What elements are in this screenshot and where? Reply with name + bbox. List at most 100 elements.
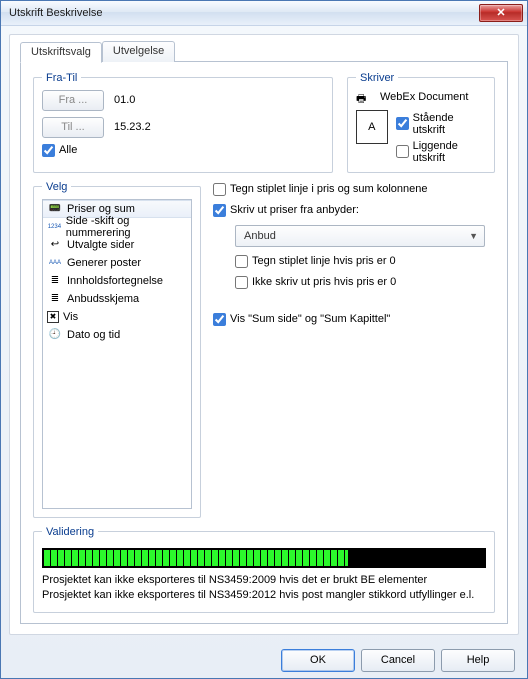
list-item[interactable]: 🕘 Dato og tid xyxy=(43,326,191,344)
progress-segment xyxy=(177,550,183,566)
progress-segment xyxy=(142,550,148,566)
list-item[interactable]: ≣ Anbudsskjema xyxy=(43,290,191,308)
anbyder-select[interactable]: Anbud ▼ xyxy=(235,225,485,247)
progress-segment xyxy=(303,550,309,566)
ikke-skriv-pris0-row[interactable]: Ikke skriv ut pris hvis pris er 0 xyxy=(235,276,497,289)
ikke-skriv-pris0-label: Ikke skriv ut pris hvis pris er 0 xyxy=(252,276,396,288)
til-button[interactable]: Til ... xyxy=(42,117,104,138)
spacer xyxy=(213,297,497,305)
skriver-group: Skriver 🖶 WebEx Document A Stående utskr… xyxy=(347,72,495,173)
ikke-skriv-pris0-checkbox[interactable] xyxy=(235,276,248,289)
list-item-label: Priser og sum xyxy=(67,203,135,215)
lines-icon: ≣ xyxy=(47,291,63,307)
button-label: Cancel xyxy=(381,654,415,666)
tab-label: Utskriftsvalg xyxy=(31,46,91,58)
progress-segment xyxy=(233,550,239,566)
stiplet-kolonner-checkbox[interactable] xyxy=(213,183,226,196)
validering-msg-2: Prosjektet kan ikke eksporteres til NS34… xyxy=(42,589,486,601)
orientation-preview-icon: A xyxy=(356,110,388,144)
titlebar: Utskrift Beskrivelse ✕ xyxy=(1,1,527,26)
skriver-legend: Skriver xyxy=(356,72,398,84)
progress-segment xyxy=(44,550,50,566)
list-item[interactable]: AAA Generer poster xyxy=(43,254,191,272)
velg-legend: Velg xyxy=(42,181,71,193)
window-title: Utskrift Beskrivelse xyxy=(9,7,103,19)
progress-segment xyxy=(240,550,246,566)
progress-segment xyxy=(79,550,85,566)
progress-segment xyxy=(128,550,134,566)
content-area: Utskriftsvalg Utvelgelse Fra-Til Fra ...… xyxy=(9,34,519,635)
skriv-priser-anbyder-label: Skriv ut priser fra anbyder: xyxy=(230,204,359,216)
landscape-checkbox[interactable] xyxy=(396,145,409,158)
progress-segment xyxy=(205,550,211,566)
close-button[interactable]: ✕ xyxy=(479,4,523,22)
til-value: 15.23.2 xyxy=(114,121,151,133)
progress-segment xyxy=(226,550,232,566)
ok-button[interactable]: OK xyxy=(281,649,355,672)
portrait-checkbox[interactable] xyxy=(396,117,409,130)
progress-segment xyxy=(149,550,155,566)
portrait-checkbox-row[interactable]: Stående utskrift xyxy=(396,112,486,136)
dialog-window: Utskrift Beskrivelse ✕ Utskriftsvalg Utv… xyxy=(0,0,528,679)
mid-row: Velg 📟 Priser og sum 1234Side -skift og nu… xyxy=(31,181,497,518)
stiplet-kolonner-label: Tegn stiplet linje i pris og sum kolonne… xyxy=(230,183,428,195)
progress-segment xyxy=(191,550,197,566)
progress-segment xyxy=(310,550,316,566)
velg-listbox[interactable]: 📟 Priser og sum 1234Side -skift og nummere… xyxy=(42,199,192,509)
list-item[interactable]: ✖Vis xyxy=(43,308,191,326)
portrait-label: Stående utskrift xyxy=(413,112,486,136)
progress-segment xyxy=(156,550,162,566)
progress-segment xyxy=(65,550,71,566)
options-area: Tegn stiplet linje i pris og sum kolonne… xyxy=(213,181,497,518)
fra-button[interactable]: Fra ... xyxy=(42,90,104,111)
alle-checkbox-row[interactable]: Alle xyxy=(42,144,324,157)
skriv-priser-anbyder-checkbox[interactable] xyxy=(213,204,226,217)
clock-icon: 🕘 xyxy=(47,327,63,343)
aaa-icon: AAA xyxy=(47,255,63,271)
progress-segment xyxy=(212,550,218,566)
list-item-label: Side -skift og nummerering xyxy=(66,215,187,239)
progress-segment xyxy=(58,550,64,566)
alle-label: Alle xyxy=(59,144,77,156)
list-item-label: Dato og tid xyxy=(67,329,120,341)
vis-sumside-row[interactable]: Vis "Sum side" og "Sum Kapittel" xyxy=(213,313,497,326)
help-button[interactable]: Help xyxy=(441,649,515,672)
list-item-label: Innholdsfortegnelse xyxy=(67,275,163,287)
calc-icon: 📟 xyxy=(47,201,63,217)
validering-legend: Validering xyxy=(42,526,98,538)
tab-utskriftsvalg[interactable]: Utskriftsvalg xyxy=(20,42,102,63)
progress-segment xyxy=(345,550,348,566)
progress-segment xyxy=(317,550,323,566)
stiplet-pris0-row[interactable]: Tegn stiplet linje hvis pris er 0 xyxy=(235,255,497,268)
progress-segment xyxy=(296,550,302,566)
list-item-label: Generer poster xyxy=(67,257,141,269)
progress-segment xyxy=(275,550,281,566)
progress-segment xyxy=(198,550,204,566)
list-item-label: Anbudsskjema xyxy=(67,293,139,305)
list-item[interactable]: 1234Side -skift og nummerering xyxy=(43,218,191,236)
progress-segment xyxy=(282,550,288,566)
stiplet-kolonner-row[interactable]: Tegn stiplet linje i pris og sum kolonne… xyxy=(213,183,497,196)
close-icon: ✕ xyxy=(496,6,505,19)
progress-segment xyxy=(247,550,253,566)
stiplet-pris0-checkbox[interactable] xyxy=(235,255,248,268)
list-item[interactable]: ≣Innholdsfortegnelse xyxy=(43,272,191,290)
vis-sumside-label: Vis "Sum side" og "Sum Kapittel" xyxy=(230,313,390,325)
progress-segment xyxy=(72,550,78,566)
alle-checkbox[interactable] xyxy=(42,144,55,157)
printer-name: WebEx Document xyxy=(380,91,468,103)
progress-segment xyxy=(51,550,57,566)
progress-segment xyxy=(254,550,260,566)
vis-sumside-checkbox[interactable] xyxy=(213,313,226,326)
skriv-priser-anbyder-row[interactable]: Skriv ut priser fra anbyder: xyxy=(213,204,497,217)
button-label: Help xyxy=(467,654,490,666)
landscape-checkbox-row[interactable]: Liggende utskrift xyxy=(396,140,486,164)
button-label: OK xyxy=(310,654,326,666)
validering-msg-1: Prosjektet kan ikke eksporteres til NS34… xyxy=(42,574,486,586)
tab-utvelgelse[interactable]: Utvelgelse xyxy=(102,41,175,62)
printer-icon: 🖶 xyxy=(356,90,374,104)
list-item-label: Utvalgte sider xyxy=(67,239,134,251)
cancel-button[interactable]: Cancel xyxy=(361,649,435,672)
button-label: Til ... xyxy=(61,121,84,133)
progress-segment xyxy=(261,550,267,566)
